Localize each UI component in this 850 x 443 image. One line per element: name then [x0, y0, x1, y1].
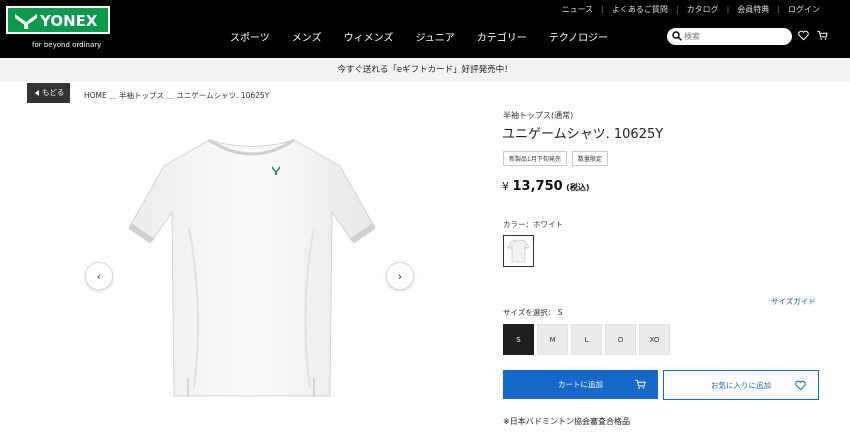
- search-box[interactable]: [667, 28, 792, 45]
- brand-name: YONEX: [40, 12, 98, 30]
- product-tags: 新製品1月下旬発売 数量限定: [503, 151, 613, 166]
- price-value: 13,750: [512, 179, 563, 194]
- size-label: サイズを選択： S: [503, 308, 563, 317]
- chevron-right-icon: ›: [397, 269, 403, 283]
- util-link-faq[interactable]: よくあるご質問: [604, 4, 676, 15]
- size-option-l[interactable]: L: [571, 324, 602, 355]
- size-selector: S M L O XO: [503, 324, 673, 355]
- size-option-s[interactable]: S: [503, 324, 534, 355]
- back-arrow-icon: [35, 90, 39, 96]
- main-nav: スポーツ メンズ ウィメンズ ジュニア カテゴリー テクノロジー: [230, 29, 630, 44]
- tag-limited: 数量限定: [571, 151, 608, 166]
- shirt-thumbnail: [507, 239, 530, 263]
- site-header: YONEX for beyond ordinary ニュース | よくあるご質問 |…: [0, 0, 850, 58]
- nav-item-category[interactable]: カテゴリー: [477, 29, 527, 44]
- size-option-m[interactable]: M: [537, 324, 568, 355]
- chevron-left-icon: ‹: [96, 269, 102, 283]
- product-title: ユニゲームシャツ. 10625Y: [502, 127, 664, 142]
- breadcrumb[interactable]: HOME ＿ 半袖トップス ＿ ユニゲームシャツ. 10625Y: [84, 90, 269, 101]
- util-link-catalog[interactable]: カタログ: [679, 4, 727, 15]
- nav-item-mens[interactable]: メンズ: [292, 29, 322, 44]
- certification-note: ※日本バドミントン協会審査合格品: [503, 417, 630, 426]
- color-label: カラー：ホワイト: [503, 220, 563, 229]
- util-link-member[interactable]: 会員特典: [729, 4, 777, 15]
- gallery-prev-button[interactable]: ‹: [85, 262, 113, 290]
- back-button[interactable]: もどる: [27, 83, 70, 103]
- utility-nav: ニュース | よくあるご質問 | カタログ | 会員特典 | ログイン: [554, 4, 828, 15]
- back-label: もどる: [42, 88, 65, 97]
- product-price: ¥ 13,750 (税込): [502, 179, 589, 194]
- yonex-mark-icon: [15, 14, 37, 29]
- add-to-cart-button[interactable]: カートに追加: [503, 370, 658, 399]
- add-to-favorites-button[interactable]: お気に入りに追加: [663, 370, 819, 400]
- search-input[interactable]: [684, 30, 784, 43]
- favorites-heart-icon[interactable]: [798, 30, 809, 41]
- util-link-news[interactable]: ニュース: [554, 4, 602, 15]
- tag-new-release: 新製品1月下旬発売: [503, 151, 567, 166]
- brand-tagline: for beyond ordinary: [32, 41, 102, 49]
- search-icon[interactable]: [672, 31, 682, 41]
- gallery-next-button[interactable]: ›: [386, 262, 414, 290]
- size-guide-link[interactable]: サイズガイド: [771, 296, 816, 307]
- nav-item-sports[interactable]: スポーツ: [230, 29, 270, 44]
- cart-icon: [635, 379, 646, 389]
- size-option-o[interactable]: O: [605, 324, 636, 355]
- currency-symbol: ¥: [502, 180, 509, 193]
- yonex-logo[interactable]: YONEX for beyond ordinary: [6, 6, 110, 56]
- heart-icon: [795, 380, 806, 391]
- size-option-xo[interactable]: XO: [639, 324, 670, 355]
- nav-item-womens[interactable]: ウィメンズ: [344, 29, 394, 44]
- logo-badge: YONEX: [6, 6, 110, 34]
- cart-icon[interactable]: [817, 30, 828, 41]
- product-category: 半袖トップス(通常): [503, 111, 574, 120]
- tax-note: (税込): [566, 183, 590, 192]
- product-image: [128, 138, 376, 397]
- add-to-favorites-label: お気に入りに追加: [711, 380, 771, 390]
- nav-item-technology[interactable]: テクノロジー: [549, 29, 608, 44]
- color-swatch-white[interactable]: [503, 235, 534, 267]
- nav-item-junior[interactable]: ジュニア: [415, 29, 454, 44]
- promo-banner[interactable]: 今すぐ送れる「eギフトカード」好評発売中！: [0, 58, 850, 82]
- util-link-login[interactable]: ログイン: [780, 4, 828, 15]
- add-to-cart-label: カートに追加: [558, 380, 603, 389]
